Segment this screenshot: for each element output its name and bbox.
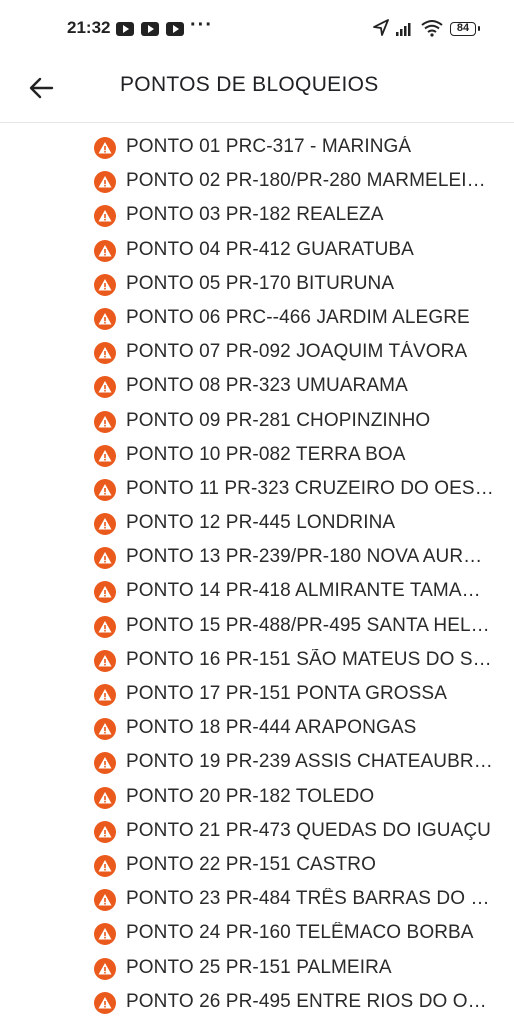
list-item[interactable]: PONTO 23 PR-484 TRÊS BARRAS DO PARANÁ [0, 882, 514, 916]
warning-icon [94, 718, 116, 741]
list-item[interactable]: PONTO 26 PR-495 ENTRE RIOS DO OESTE [0, 985, 514, 1019]
list-item[interactable]: PONTO 18 PR-444 ARAPONGAS [0, 711, 514, 745]
warning-icon [94, 410, 116, 433]
list-item-label: PONTO 22 PR-151 CASTRO [126, 853, 376, 875]
list-item-label: PONTO 03 PR-182 REALEZA [126, 204, 384, 226]
list-item[interactable]: PONTO 08 PR-323 UMUARAMA [0, 369, 514, 403]
list-item[interactable]: PONTO 16 PR-151 SÃO MATEUS DO SUL [0, 643, 514, 677]
warning-icon [94, 239, 116, 262]
navigation-arrow-icon [372, 18, 390, 40]
list-item-label: PONTO 25 PR-151 PALMEIRA [126, 956, 392, 978]
list-item-label: PONTO 15 PR-488/PR-495 SANTA HELENA [126, 614, 494, 636]
list-item[interactable]: PONTO 02 PR-180/PR-280 MARMELEIRO [0, 164, 514, 198]
warning-icon [94, 137, 116, 159]
arrow-back-icon [29, 77, 54, 99]
warning-icon [94, 171, 116, 194]
list-item-label: PONTO 13 PR-239/PR-180 NOVA AURORA [126, 546, 494, 568]
warning-icon [94, 786, 116, 809]
warning-icon [94, 684, 116, 706]
status-bar: 21:32 ··· 84 [0, 0, 514, 60]
list-item[interactable]: PONTO 01 PRC-317 - MARINGÁ [0, 130, 514, 164]
back-button[interactable] [24, 70, 60, 106]
list-item-label: PONTO 24 PR-160 TELÊMACO BORBA [126, 922, 474, 944]
list-item[interactable]: PONTO 04 PR-412 GUARATUBA [0, 233, 514, 267]
warning-icon [94, 752, 116, 775]
list-item-label: PONTO 02 PR-180/PR-280 MARMELEIRO [126, 170, 494, 192]
warning-icon [94, 581, 116, 604]
warning-icon [94, 376, 116, 399]
signal-icon [395, 18, 415, 40]
list-item[interactable]: PONTO 24 PR-160 TELÊMACO BORBA [0, 916, 514, 950]
page-title: PONTOS DE BLOQUEIOS [120, 73, 379, 96]
status-time: 21:32 [67, 18, 111, 37]
list-item-label: PONTO 01 PRC-317 - MARINGÁ [126, 136, 412, 157]
list-item[interactable]: PONTO 17 PR-151 PONTA GROSSA [0, 677, 514, 711]
list-item[interactable]: PONTO 15 PR-488/PR-495 SANTA HELENA [0, 609, 514, 643]
list-item-label: PONTO 19 PR-239 ASSIS CHATEAUBRIAND [126, 751, 494, 773]
list-item[interactable]: PONTO 07 PR-092 JOAQUIM TÁVORA [0, 335, 514, 369]
list-item[interactable]: PONTO 21 PR-473 QUEDAS DO IGUAÇU [0, 814, 514, 848]
more-notifications-icon: ··· [190, 14, 213, 36]
warning-icon [94, 273, 116, 296]
list-item[interactable]: PONTO 22 PR-151 CASTRO [0, 848, 514, 882]
warning-icon [94, 923, 116, 946]
youtube-notification-icon [116, 22, 134, 36]
list-item-label: PONTO 09 PR-281 CHOPINZINHO [126, 409, 431, 431]
list-item[interactable]: PONTO 20 PR-182 TOLEDO [0, 780, 514, 814]
list-item-label: PONTO 08 PR-323 UMUARAMA [126, 375, 408, 397]
list-item-label: PONTO 11 PR-323 CRUZEIRO DO OESTE [126, 477, 494, 499]
app-bar: PONTOS DE BLOQUEIOS [0, 60, 514, 123]
list-item-label: PONTO 06 PRC--466 JARDIM ALEGRE [126, 306, 470, 328]
list-item-label: PONTO 05 PR-170 BITURUNA [126, 272, 395, 294]
list-item-label: PONTO 16 PR-151 SÃO MATEUS DO SUL [126, 648, 494, 670]
warning-icon [94, 205, 116, 228]
youtube-notification-icon [166, 22, 184, 36]
wifi-icon [420, 18, 444, 40]
list-item[interactable]: PONTO 19 PR-239 ASSIS CHATEAUBRIAND [0, 745, 514, 779]
list-item-label: PONTO 20 PR-182 TOLEDO [126, 785, 375, 807]
warning-icon [94, 854, 116, 877]
blockade-points-list: PONTO 01 PRC-317 - MARINGÁ PONTO 02 PR-18… [0, 130, 514, 1019]
list-item-label: PONTO 23 PR-484 TRÊS BARRAS DO PARANÁ [126, 888, 494, 910]
list-item[interactable]: PONTO 13 PR-239/PR-180 NOVA AURORA [0, 540, 514, 574]
warning-icon [94, 991, 116, 1014]
warning-icon [94, 342, 116, 365]
list-item-label: PONTO 07 PR-092 JOAQUIM TÁVORA [126, 341, 468, 363]
list-item-label: PONTO 14 PR-418 ALMIRANTE TAMANDARÉ [126, 580, 494, 602]
warning-icon [94, 649, 116, 672]
list-item-label: PONTO 04 PR-412 GUARATUBA [126, 238, 414, 260]
list-item[interactable]: PONTO 05 PR-170 BITURUNA [0, 267, 514, 301]
list-item-label: PONTO 18 PR-444 ARAPONGAS [126, 717, 417, 739]
list-item[interactable]: PONTO 12 PR-445 LONDRINA [0, 506, 514, 540]
battery-icon: 84 [450, 22, 480, 36]
warning-icon [94, 820, 116, 843]
youtube-notification-icon [141, 22, 159, 36]
warning-icon [94, 444, 116, 467]
warning-icon [94, 307, 116, 330]
warning-icon [94, 513, 116, 536]
list-item[interactable]: PONTO 06 PRC--466 JARDIM ALEGRE [0, 301, 514, 335]
warning-icon [94, 889, 116, 912]
list-item-label: PONTO 21 PR-473 QUEDAS DO IGUAÇU [126, 819, 491, 841]
list-item-label: PONTO 12 PR-445 LONDRINA [126, 512, 396, 534]
warning-icon [94, 957, 116, 980]
list-item-label: PONTO 17 PR-151 PONTA GROSSA [126, 683, 447, 704]
list-item[interactable]: PONTO 11 PR-323 CRUZEIRO DO OESTE [0, 472, 514, 506]
warning-icon [94, 478, 116, 501]
list-item[interactable]: PONTO 14 PR-418 ALMIRANTE TAMANDARÉ [0, 574, 514, 608]
list-item[interactable]: PONTO 03 PR-182 REALEZA [0, 198, 514, 232]
list-item[interactable]: PONTO 09 PR-281 CHOPINZINHO [0, 404, 514, 438]
list-item-label: PONTO 10 PR-082 TERRA BOA [126, 443, 406, 465]
list-item[interactable]: PONTO 10 PR-082 TERRA BOA [0, 438, 514, 472]
warning-icon [94, 615, 116, 638]
list-item[interactable]: PONTO 25 PR-151 PALMEIRA [0, 951, 514, 985]
warning-icon [94, 547, 116, 570]
list-item-label: PONTO 26 PR-495 ENTRE RIOS DO OESTE [126, 990, 494, 1012]
